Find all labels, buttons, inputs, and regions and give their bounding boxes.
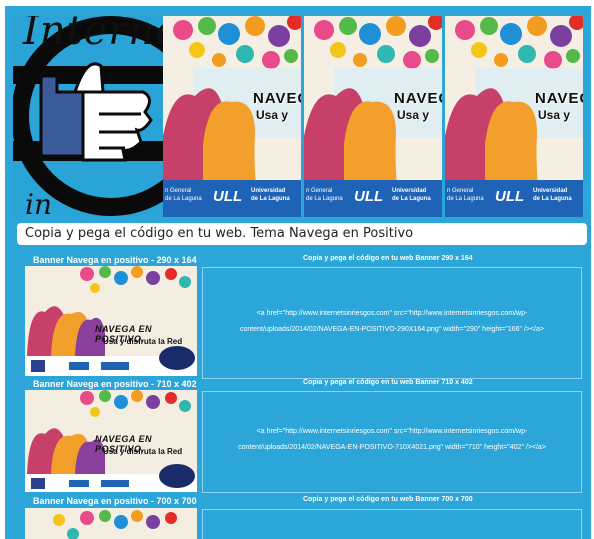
section-title: Copia y pega el código en tu web. Tema N… [25, 226, 414, 241]
thumbnail-subtitle: Usa y disfruta la Red [103, 447, 183, 456]
content-area: Interne in riesgos NAVEGA Usa y n Genera… [5, 6, 591, 539]
ull-logo: ULL [213, 188, 243, 205]
embed-code-box-290x164[interactable]: <a href="http://www.internetsinriesgos.c… [202, 267, 582, 379]
promo-title: NAVEGA [394, 90, 442, 107]
promo-subtitle: Usa y [538, 108, 571, 122]
banner-thumbnail-graphic [25, 508, 197, 539]
embed-code-box-710x402[interactable]: <a href="http://www.internetsinriesgos.c… [202, 391, 582, 493]
ull-university-name: Universidad de La Laguna [392, 188, 431, 202]
code-title-710x402: Copia y pega el código en tu web Banner … [303, 379, 473, 386]
section-title-bar: Copia y pega el código en tu web. Tema N… [17, 223, 587, 245]
embed-code-line-2[interactable]: content/uploads/2014/02/NAVEGA-EN-POSITI… [203, 322, 581, 338]
logo-text-top: Interne [23, 16, 163, 54]
promo-subtitle: Usa y [256, 108, 289, 122]
promo-tile-1[interactable]: NAVEGA Usa y n General de La Laguna ULL … [163, 16, 301, 217]
code-title-700x700: Copia y pega el código en tu web Banner … [303, 496, 473, 503]
promo-title: NAVEGA [535, 90, 583, 107]
ull-logo: ULL [495, 188, 525, 205]
promo-footer-left: n General de La Laguna [447, 188, 484, 202]
banner-thumbnail-290x164[interactable]: NAVEGA EN POSITIVO. Usa y disfruta la Re… [25, 266, 197, 376]
promo-subtitle: Usa y [397, 108, 430, 122]
ull-university-name: Universidad de La Laguna [251, 188, 290, 202]
logo-text-bottom: in riesgos [25, 188, 52, 217]
internet-sin-riesgos-logo[interactable]: Interne in riesgos [13, 16, 163, 217]
banner-thumbnail-710x402[interactable]: NAVEGA EN POSITIVO. Usa y disfruta la Re… [25, 390, 197, 492]
promo-tile-2[interactable]: NAVEGA Usa y n General de La Laguna ULL … [304, 16, 442, 217]
promo-footer-left: n General de La Laguna [165, 188, 202, 202]
promo-footer-band: n General de La Laguna ULL Universidad d… [445, 180, 583, 217]
header-banner: Interne in riesgos NAVEGA Usa y n Genera… [13, 16, 589, 217]
ull-university-name: Universidad de La Laguna [533, 188, 572, 202]
thumbnail-subtitle: Usa y disfruta la Red [103, 337, 183, 346]
banner-thumbnail-700x700[interactable] [25, 508, 197, 539]
banner-thumbnail-graphic [25, 266, 197, 376]
promo-tile-3[interactable]: NAVEGA Usa y n General de La Laguna ULL … [445, 16, 583, 217]
banner-label-710x402: Banner Navega en positivo - 710 x 402 [33, 379, 197, 389]
embed-code-box-700x700[interactable] [202, 509, 582, 539]
banner-label-700x700: Banner Navega en positivo - 700 x 700 [33, 496, 197, 506]
embed-code-line-1[interactable]: <a href="http://www.internetsinriesgos.c… [203, 306, 581, 322]
embed-code-line-2[interactable]: content/uploads/2014/02/NAVEGA-EN-POSITI… [203, 440, 581, 456]
banner-label-290x164: Banner Navega en positivo - 290 x 164 [33, 255, 197, 265]
code-title-290x164: Copia y pega el código en tu web Banner … [303, 255, 473, 262]
embed-code-line-1[interactable]: <a href="http://www.internetsinriesgos.c… [203, 424, 581, 440]
promo-footer-band: n General de La Laguna ULL Universidad d… [163, 180, 301, 217]
promo-footer-left: n General de La Laguna [306, 188, 343, 202]
promo-footer-band: n General de La Laguna ULL Universidad d… [304, 180, 442, 217]
promo-title: NAVEGA [253, 90, 301, 107]
ull-logo: ULL [354, 188, 384, 205]
